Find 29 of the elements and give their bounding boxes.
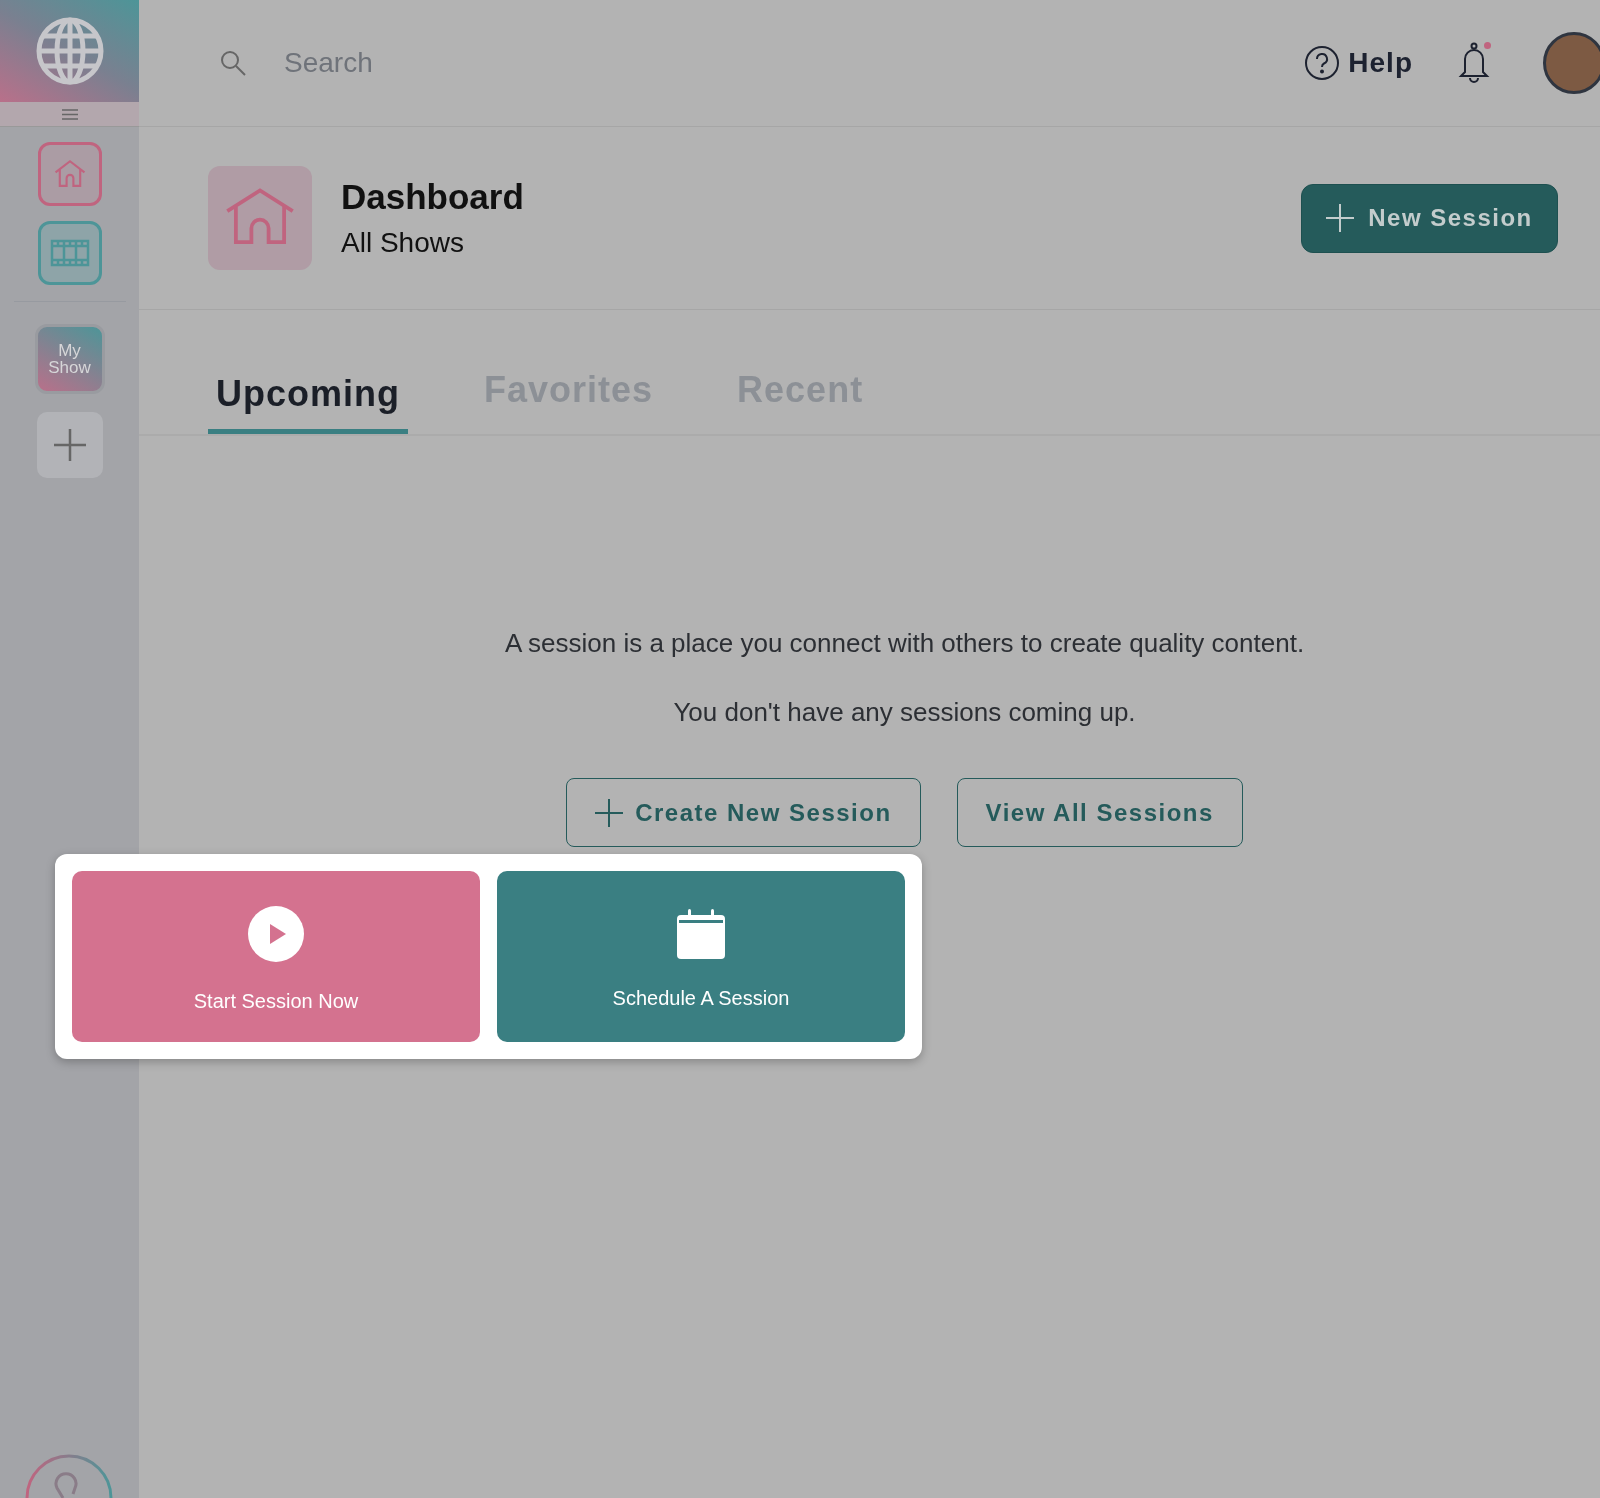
schedule-session-option[interactable]: Schedule A Session: [497, 871, 905, 1042]
avatar[interactable]: [1543, 32, 1600, 94]
view-sessions-button[interactable]: View All Sessions: [956, 778, 1243, 847]
plus-icon: [1326, 204, 1355, 232]
sidebar-item[interactable]: [37, 142, 102, 206]
create-session-button[interactable]: Create New Session: [566, 778, 921, 847]
search-field[interactable]: Search: [282, 46, 586, 80]
search-icon: [219, 49, 247, 77]
plus-icon: [595, 798, 624, 827]
show-tile[interactable]: My Show: [34, 324, 105, 394]
film-strip-icon: [49, 238, 90, 268]
empty-state-text: A session is a place you connect with others to create quality content.: [504, 628, 1305, 659]
new-session-button[interactable]: New Session: [1301, 183, 1558, 253]
logo-icon: [25, 1454, 113, 1498]
globe-icon: [35, 17, 104, 85]
empty-state-text: You don't have any sessions coming up.: [673, 697, 1136, 728]
calendar-icon: [677, 908, 725, 959]
help-button[interactable]: Help: [1298, 44, 1419, 82]
page-subtitle: All Shows: [341, 227, 465, 259]
help-icon: [1304, 45, 1341, 81]
plus-icon: [51, 427, 88, 463]
menu-icon[interactable]: [61, 108, 78, 120]
play-icon: [248, 905, 304, 962]
sidebar-item[interactable]: [37, 221, 102, 285]
tab[interactable]: Upcoming: [208, 373, 408, 434]
house-icon: [208, 166, 312, 270]
add-show-button[interactable]: [36, 412, 103, 478]
page-title: Dashboard: [341, 177, 524, 217]
start-session-option[interactable]: Start Session Now: [72, 871, 480, 1042]
